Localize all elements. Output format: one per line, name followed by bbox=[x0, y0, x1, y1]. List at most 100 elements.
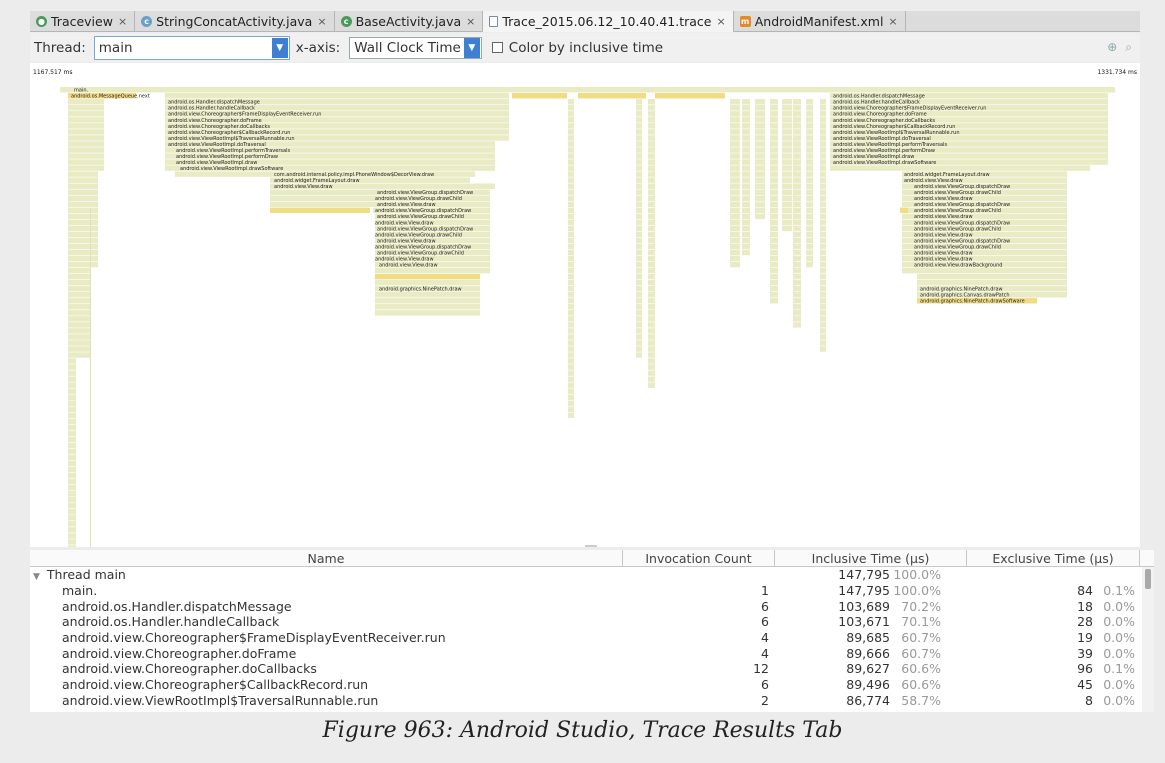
table-row[interactable]: android.view.ViewRootImpl$TraversalRunna… bbox=[30, 693, 1154, 709]
trace-bar[interactable] bbox=[648, 207, 655, 214]
trace-bar[interactable] bbox=[770, 171, 778, 177]
trace-bar[interactable] bbox=[730, 141, 740, 147]
trace-bar[interactable] bbox=[568, 316, 574, 322]
trace-bar[interactable] bbox=[770, 225, 778, 232]
trace-bar[interactable] bbox=[730, 183, 740, 189]
trace-bar[interactable] bbox=[742, 219, 750, 226]
trace-bar[interactable] bbox=[730, 237, 740, 244]
trace-bar[interactable] bbox=[68, 370, 76, 376]
column-header-invocation-count[interactable]: Invocation Count bbox=[623, 550, 775, 566]
trace-bar[interactable] bbox=[636, 189, 642, 195]
trace-bar[interactable] bbox=[68, 153, 104, 159]
trace-bar[interactable] bbox=[648, 99, 655, 105]
trace-bar[interactable] bbox=[68, 466, 76, 473]
trace-bar[interactable] bbox=[648, 195, 655, 201]
trace-bar[interactable] bbox=[730, 135, 740, 141]
trace-bar[interactable] bbox=[755, 111, 765, 117]
trace-bar[interactable] bbox=[68, 430, 76, 437]
color-by-inclusive-checkbox[interactable]: Color by inclusive time bbox=[491, 40, 663, 56]
trace-bar[interactable] bbox=[568, 298, 574, 304]
trace-bar[interactable] bbox=[568, 285, 574, 292]
trace-bar[interactable] bbox=[68, 376, 76, 382]
trace-bar[interactable] bbox=[648, 225, 655, 232]
trace-bar[interactable] bbox=[755, 135, 765, 141]
trace-bar[interactable] bbox=[742, 153, 750, 159]
trace-bar[interactable] bbox=[782, 153, 792, 159]
trace-bar-main[interactable] bbox=[60, 87, 1115, 93]
vertical-scrollbar[interactable] bbox=[1142, 567, 1154, 712]
trace-bar[interactable] bbox=[902, 267, 1067, 274]
trace-bar[interactable] bbox=[648, 183, 655, 189]
trace-bar[interactable] bbox=[820, 310, 826, 316]
trace-bar[interactable] bbox=[568, 279, 574, 286]
trace-bar[interactable] bbox=[742, 243, 750, 250]
trace-bar[interactable] bbox=[820, 322, 826, 328]
trace-bar[interactable] bbox=[636, 117, 642, 123]
trace-bar[interactable] bbox=[68, 478, 76, 485]
trace-bar[interactable] bbox=[917, 279, 1067, 286]
trace-bar[interactable] bbox=[68, 111, 104, 117]
trace-bar[interactable] bbox=[568, 352, 574, 358]
trace-bar[interactable] bbox=[782, 213, 792, 220]
column-header-name[interactable]: Name bbox=[30, 550, 623, 566]
trace-bar[interactable] bbox=[770, 165, 778, 171]
chevron-down-icon[interactable]: ▼ bbox=[463, 37, 480, 58]
trace-bar[interactable] bbox=[742, 213, 750, 220]
trace-bar[interactable] bbox=[742, 147, 750, 153]
trace-bar[interactable] bbox=[68, 484, 76, 491]
trace-bar[interactable] bbox=[755, 159, 765, 165]
trace-bar[interactable] bbox=[648, 358, 655, 364]
trace-bar[interactable] bbox=[568, 111, 574, 117]
trace-bar[interactable] bbox=[568, 358, 574, 364]
trace-bar[interactable] bbox=[568, 388, 574, 394]
trace-bar[interactable] bbox=[806, 195, 813, 201]
trace-bar[interactable] bbox=[806, 111, 813, 117]
trace-bar[interactable] bbox=[68, 219, 98, 226]
trace-bar[interactable] bbox=[636, 111, 642, 117]
trace-bar[interactable] bbox=[770, 219, 778, 226]
zoom-out-icon[interactable]: ⌕ bbox=[1125, 40, 1132, 55]
trace-bar[interactable] bbox=[568, 261, 574, 268]
trace-bar[interactable] bbox=[568, 370, 574, 376]
trace-bar[interactable] bbox=[648, 292, 655, 298]
trace-bar[interactable] bbox=[730, 129, 740, 135]
table-row[interactable]: main. 1 147,795 100.0% 84 0.1% bbox=[30, 583, 1154, 599]
trace-bar[interactable] bbox=[793, 237, 801, 244]
trace-bar[interactable] bbox=[730, 159, 740, 165]
trace-bar[interactable] bbox=[793, 147, 801, 153]
trace-bar[interactable] bbox=[806, 129, 813, 135]
trace-bar[interactable] bbox=[648, 159, 655, 165]
trace-bar[interactable] bbox=[68, 340, 90, 346]
trace-bar[interactable] bbox=[820, 123, 826, 129]
trace-bar[interactable] bbox=[770, 237, 778, 244]
trace-bar[interactable] bbox=[806, 219, 813, 226]
trace-bar[interactable] bbox=[793, 231, 801, 238]
trace-bar[interactable] bbox=[755, 165, 765, 171]
trace-bar[interactable] bbox=[568, 141, 574, 147]
trace-bar[interactable] bbox=[648, 322, 655, 328]
trace-bar[interactable] bbox=[636, 298, 642, 304]
trace-bar[interactable] bbox=[730, 225, 740, 232]
trace-bar[interactable] bbox=[806, 207, 813, 214]
trace-bar[interactable] bbox=[568, 183, 574, 189]
tab-trace-file[interactable]: Trace_2015.06.12_10.40.41.trace × bbox=[483, 11, 734, 32]
trace-bar[interactable] bbox=[375, 310, 480, 316]
trace-bar[interactable] bbox=[742, 111, 750, 117]
trace-bar[interactable] bbox=[165, 93, 509, 99]
trace-bar[interactable] bbox=[742, 135, 750, 141]
trace-bar[interactable] bbox=[742, 105, 750, 111]
trace-bar[interactable] bbox=[806, 105, 813, 111]
trace-bar[interactable] bbox=[793, 177, 801, 183]
trace-bar[interactable] bbox=[68, 213, 98, 220]
trace-bar[interactable] bbox=[782, 105, 792, 111]
trace-bar[interactable] bbox=[742, 165, 750, 171]
trace-bar[interactable] bbox=[730, 207, 740, 214]
trace-bar[interactable] bbox=[648, 316, 655, 322]
trace-bar[interactable] bbox=[648, 165, 655, 171]
trace-bar[interactable] bbox=[755, 129, 765, 135]
trace-bar[interactable] bbox=[648, 177, 655, 183]
trace-bar[interactable] bbox=[68, 503, 76, 509]
trace-bar[interactable] bbox=[793, 219, 801, 226]
trace-bar[interactable] bbox=[820, 129, 826, 135]
trace-bar[interactable] bbox=[730, 111, 740, 117]
